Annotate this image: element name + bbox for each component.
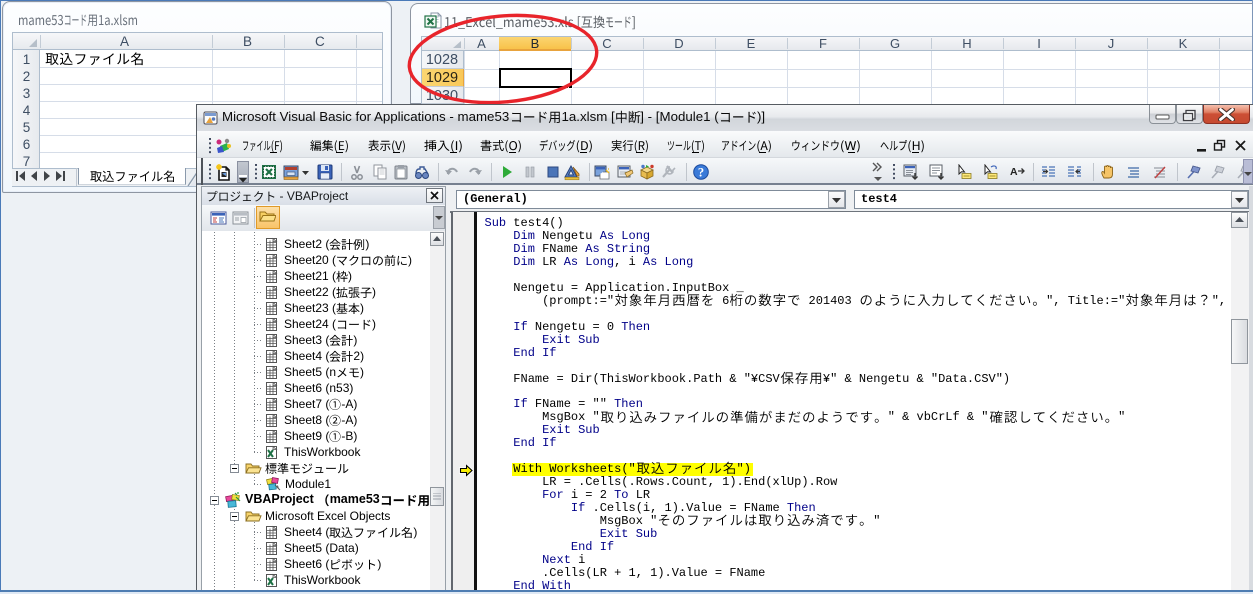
svg-text:?: ? (698, 166, 704, 180)
svg-text:A: A (1010, 166, 1018, 178)
